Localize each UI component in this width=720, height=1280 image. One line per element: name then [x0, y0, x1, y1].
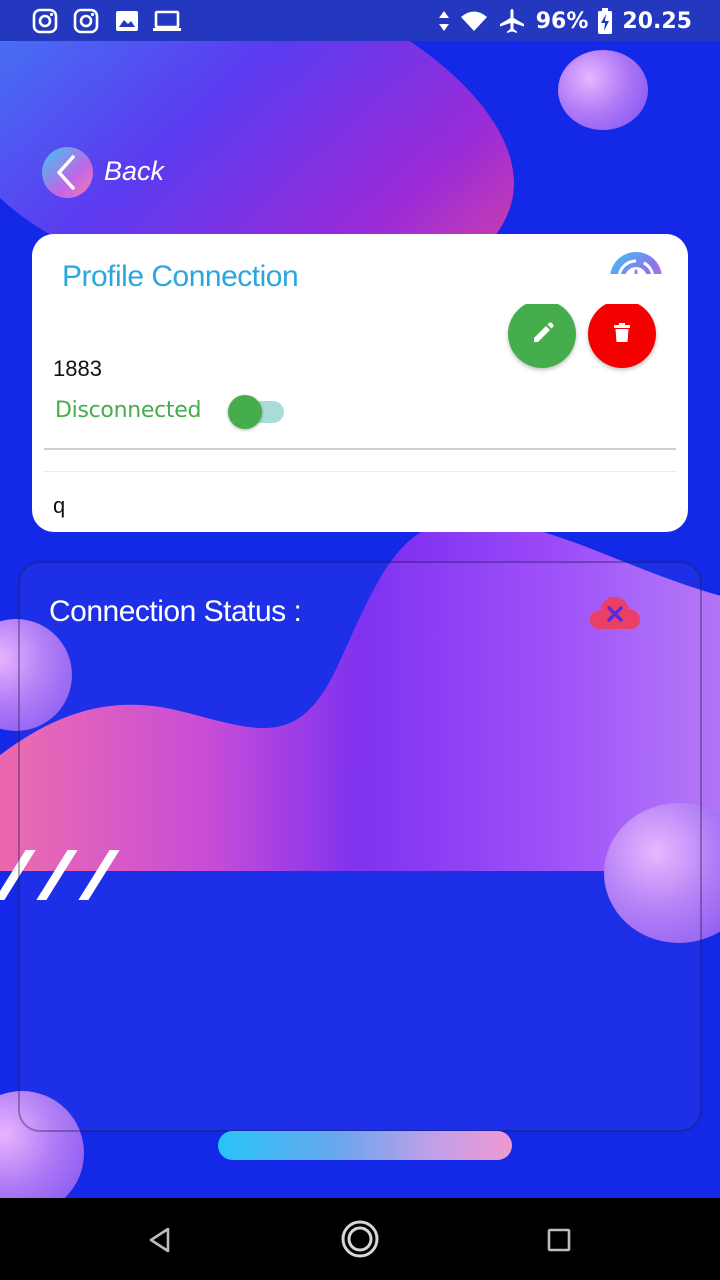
decor-ball	[558, 50, 648, 130]
trash-icon	[614, 323, 630, 342]
connection-status-title: Connection Status :	[49, 595, 302, 628]
cloud-disconnected-icon	[589, 596, 640, 629]
card-title: Profile Connection	[62, 260, 299, 293]
divider	[44, 471, 676, 472]
instagram-icon	[32, 8, 58, 34]
connection-status-card: Connection Status :	[18, 561, 702, 1132]
wifi-icon	[460, 11, 487, 31]
data-arrows-icon	[438, 11, 449, 31]
back-icon[interactable]	[146, 1226, 174, 1254]
back-label[interactable]: Back	[104, 156, 164, 187]
recents-icon[interactable]	[546, 1227, 572, 1253]
status-bar-right: 96% 20.25	[438, 6, 692, 36]
clock: 20.25	[622, 8, 692, 34]
edit-button[interactable]	[508, 300, 576, 368]
status-bar: 96% 20.25	[0, 0, 720, 41]
card-mask	[502, 274, 672, 304]
progress-indicator	[218, 1131, 512, 1160]
instagram-icon	[73, 8, 99, 34]
connect-toggle-thumb[interactable]	[228, 395, 262, 429]
profile-card: Profile Connection 1883 Disconnected q	[32, 234, 688, 532]
laptop-icon	[153, 10, 181, 31]
delete-button[interactable]	[588, 300, 656, 368]
back-button[interactable]	[42, 147, 93, 198]
divider	[44, 448, 676, 450]
home-icon[interactable]	[340, 1219, 380, 1259]
battery-charging-icon	[598, 8, 613, 34]
port-value: 1883	[53, 356, 102, 381]
battery-percent: 96%	[535, 8, 589, 34]
navigation-bar	[0, 1198, 720, 1280]
topic-value: q	[53, 493, 66, 518]
airplane-icon	[499, 9, 524, 33]
connection-state-label: Disconnected	[55, 398, 202, 423]
gallery-icon	[116, 11, 138, 31]
chevron-left-icon	[57, 155, 75, 190]
pencil-icon	[534, 322, 554, 342]
